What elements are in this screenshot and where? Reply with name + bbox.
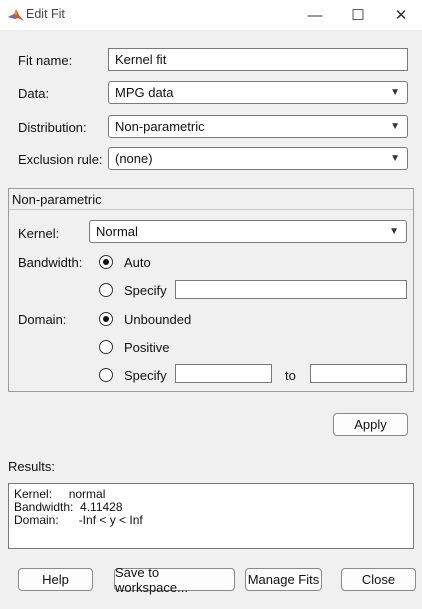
distribution-dropdown[interactable]: Non-parametric ▼	[108, 115, 408, 138]
data-value: MPG data	[115, 85, 174, 100]
bandwidth-auto-label: Auto	[124, 255, 151, 270]
domain-specify-radio[interactable]	[99, 368, 113, 382]
data-dropdown[interactable]: MPG data ▼	[108, 81, 408, 104]
bandwidth-auto-radio[interactable]	[99, 255, 113, 269]
matlab-logo-icon	[8, 9, 24, 21]
help-button[interactable]: Help	[18, 568, 93, 591]
minimize-button[interactable]: —	[292, 0, 338, 30]
close-icon: ✕	[394, 7, 408, 24]
kernel-value: Normal	[96, 224, 138, 239]
chevron-down-icon: ▼	[390, 121, 400, 132]
chevron-down-icon: ▼	[389, 226, 399, 237]
panel-title: Non-parametric	[12, 192, 102, 207]
window-title: Edit Fit	[26, 7, 65, 21]
domain-to-field[interactable]	[310, 364, 407, 383]
domain-to-label: to	[285, 368, 296, 383]
apply-button[interactable]: Apply	[333, 413, 408, 436]
close-window-button[interactable]: ✕	[380, 0, 422, 30]
exclusion-rule-value: (none)	[115, 151, 153, 166]
fit-name-field[interactable]: Kernel fit	[108, 48, 408, 71]
exclusion-rule-dropdown[interactable]: (none) ▼	[108, 147, 408, 170]
maximize-button[interactable]: ☐	[335, 0, 381, 30]
data-label: Data:	[18, 86, 50, 101]
domain-positive-label: Positive	[124, 340, 170, 355]
distribution-label: Distribution:	[18, 120, 87, 135]
minimize-icon: —	[307, 6, 323, 24]
domain-positive-radio[interactable]	[99, 340, 113, 354]
results-line-domain: Domain: -Inf < y < Inf	[14, 513, 143, 527]
bandwidth-specify-label: Specify	[124, 283, 167, 298]
chevron-down-icon: ▼	[390, 153, 400, 164]
domain-from-field[interactable]	[175, 364, 272, 383]
chevron-down-icon: ▼	[390, 87, 400, 98]
domain-specify-label: Specify	[124, 368, 167, 383]
distribution-value: Non-parametric	[115, 119, 205, 134]
bandwidth-specify-field[interactable]	[175, 280, 407, 299]
kernel-dropdown[interactable]: Normal ▼	[89, 220, 407, 243]
results-label: Results:	[8, 459, 55, 474]
exclusion-rule-label: Exclusion rule:	[18, 152, 103, 167]
save-to-workspace-button[interactable]: Save to workspace...	[114, 565, 235, 595]
domain-unbounded-radio[interactable]	[99, 312, 113, 326]
close-button[interactable]: Close	[341, 568, 416, 591]
domain-label: Domain:	[18, 312, 67, 327]
maximize-icon: ☐	[351, 7, 365, 24]
results-box: Kernel: normal Bandwidth: 4.11428 Domain…	[8, 483, 414, 549]
kernel-label: Kernel:	[18, 226, 60, 241]
domain-unbounded-label: Unbounded	[124, 312, 192, 327]
manage-fits-button[interactable]: Manage Fits	[245, 568, 322, 591]
bandwidth-specify-radio[interactable]	[99, 283, 113, 297]
fit-name-label: Fit name:	[18, 53, 73, 68]
bandwidth-label: Bandwidth:	[18, 255, 83, 270]
